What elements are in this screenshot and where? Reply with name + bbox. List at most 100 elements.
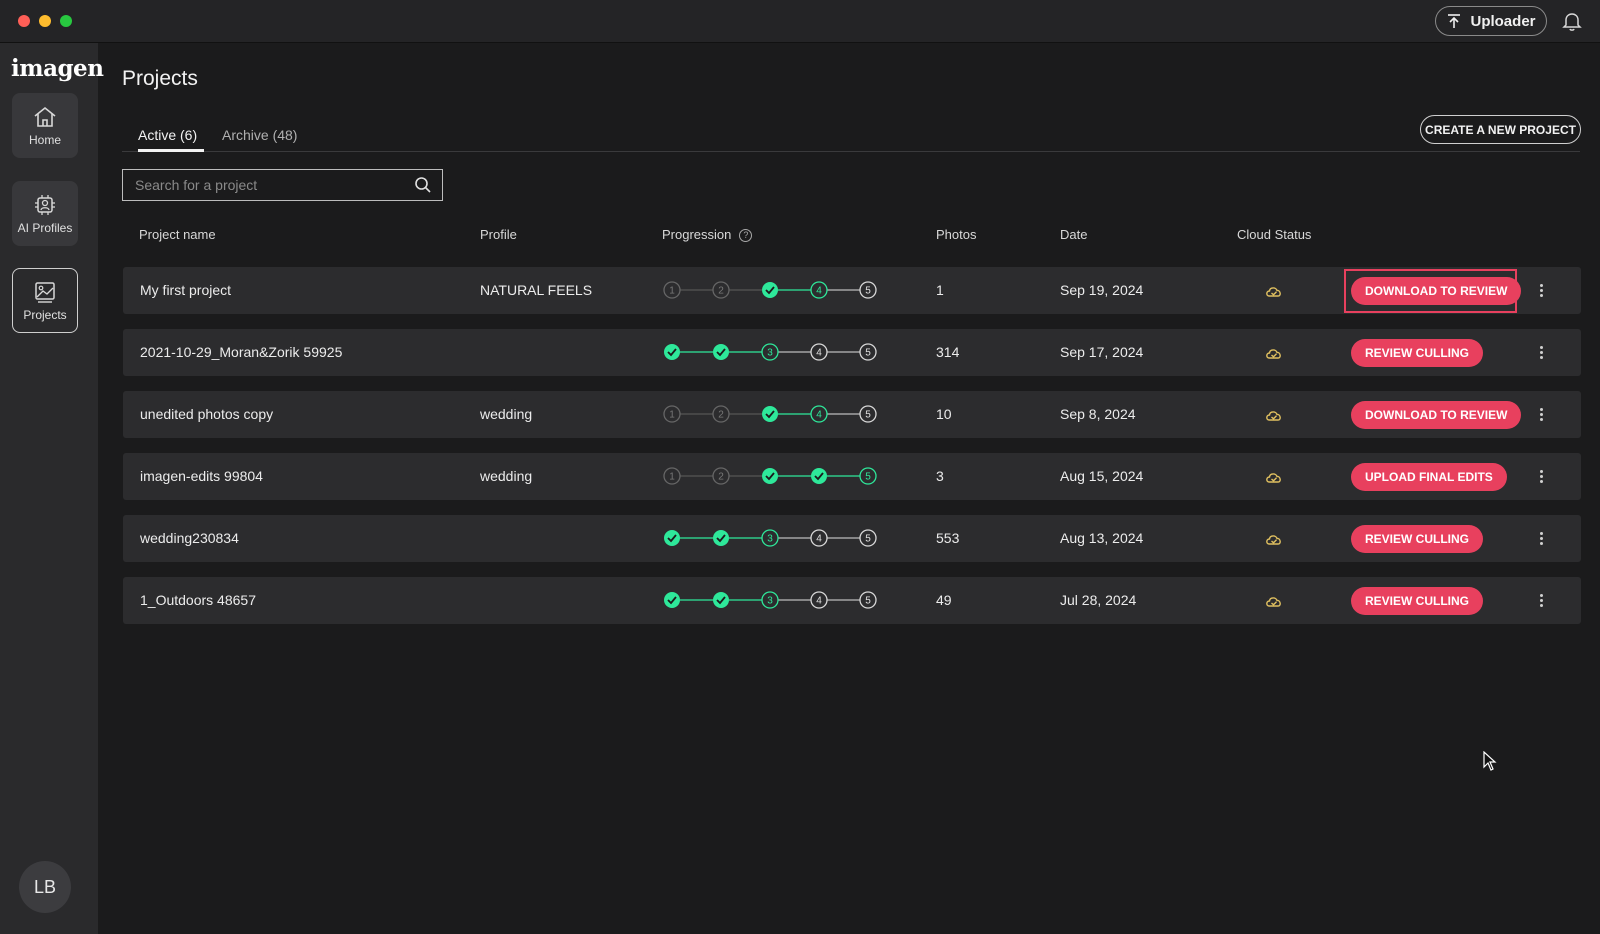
svg-text:5: 5: [865, 596, 871, 607]
mouse-cursor-icon: [1483, 751, 1497, 771]
table-row[interactable]: 1_Outdoors 48657 3 4 5 49 Jul 28, 2024 REVIEW …: [123, 577, 1581, 624]
project-date: Aug 15, 2024: [1060, 468, 1144, 484]
project-name[interactable]: My first project: [140, 282, 231, 298]
user-avatar[interactable]: LB: [19, 861, 71, 913]
table-row[interactable]: unedited photos copy wedding 1 2 4 5 10 Sep 8, …: [123, 391, 1581, 438]
photo-count: 1: [936, 282, 944, 298]
progression-step-1: 1: [663, 405, 681, 423]
table-row[interactable]: My first project NATURAL FEELS 1 2 4 5 1 Sep 19…: [123, 267, 1581, 314]
progression-step-2: [713, 592, 729, 608]
sidebar: imagen Home AI Profiles Projects LB: [0, 43, 104, 934]
search-icon[interactable]: [414, 176, 432, 194]
progression-step-5: 5: [859, 467, 877, 485]
photo-count: 553: [936, 530, 960, 546]
create-new-project-button[interactable]: CREATE A NEW PROJECT: [1420, 115, 1581, 144]
more-options-icon[interactable]: [1535, 527, 1547, 549]
imagen-logo: imagen: [11, 55, 104, 82]
project-date: Jul 28, 2024: [1060, 592, 1137, 608]
progression-label: Progression: [662, 227, 732, 242]
svg-text:5: 5: [865, 534, 871, 545]
project-name[interactable]: unedited photos copy: [140, 406, 273, 422]
more-options-icon[interactable]: [1535, 589, 1547, 611]
progression-tracker: 3 4 5: [664, 591, 877, 609]
row-action-button[interactable]: REVIEW CULLING: [1351, 339, 1483, 367]
upload-icon: [1448, 14, 1461, 28]
row-action-button[interactable]: DOWNLOAD TO REVIEW: [1351, 277, 1522, 305]
more-options-icon[interactable]: [1535, 465, 1547, 487]
svg-text:2: 2: [718, 410, 724, 421]
sidebar-item-projects[interactable]: Projects: [12, 268, 78, 333]
row-action-button[interactable]: UPLOAD FINAL EDITS: [1351, 463, 1507, 491]
svg-text:4: 4: [816, 596, 822, 607]
row-action-button[interactable]: REVIEW CULLING: [1351, 525, 1483, 553]
uploader-button[interactable]: Uploader: [1435, 6, 1547, 36]
cloud-check-icon: [1266, 411, 1281, 421]
svg-text:4: 4: [816, 348, 822, 359]
photo-count: 49: [936, 592, 952, 608]
notification-bell-icon[interactable]: [1561, 10, 1583, 32]
progression-step-5: 5: [859, 405, 877, 423]
search-input[interactable]: [123, 170, 403, 200]
project-profile: NATURAL FEELS: [480, 282, 593, 298]
progression-tracker: 1 2 4 5: [663, 281, 877, 299]
sidebar-item-label: Home: [28, 132, 61, 147]
svg-text:1: 1: [669, 472, 675, 483]
svg-text:5: 5: [865, 286, 871, 297]
more-options-icon[interactable]: [1535, 341, 1547, 363]
progression-step-4: 4: [810, 343, 828, 361]
progression-step-5: 5: [859, 591, 877, 609]
progression-step-1: [664, 592, 680, 608]
sidebar-item-ai-profiles[interactable]: AI Profiles: [12, 181, 78, 246]
column-header-profile[interactable]: Profile: [480, 227, 517, 242]
column-header-photos[interactable]: Photos: [936, 227, 976, 242]
row-action-button[interactable]: DOWNLOAD TO REVIEW: [1351, 401, 1522, 429]
table-row[interactable]: wedding230834 3 4 5 553 Aug 13, 2024 REVIEW CU…: [123, 515, 1581, 562]
project-search: [122, 169, 443, 201]
tab-active[interactable]: Active (6): [138, 127, 197, 143]
maximize-window-button[interactable]: [60, 15, 72, 27]
help-icon[interactable]: ?: [739, 229, 753, 243]
project-date: Sep 8, 2024: [1060, 406, 1136, 422]
svg-text:3: 3: [767, 348, 773, 359]
svg-text:3: 3: [767, 534, 773, 545]
progression-tracker: 3 4 5: [664, 343, 877, 361]
column-header-date[interactable]: Date: [1060, 227, 1087, 242]
column-header-cloud-status[interactable]: Cloud Status: [1237, 227, 1311, 242]
svg-text:5: 5: [865, 410, 871, 421]
project-name[interactable]: imagen-edits 99804: [140, 468, 263, 484]
uploader-label: Uploader: [1470, 12, 1536, 30]
progression-tracker: 1 2 5: [663, 467, 877, 485]
project-name[interactable]: 1_Outdoors 48657: [140, 592, 256, 608]
more-options-icon[interactable]: [1535, 403, 1547, 425]
home-icon: [34, 106, 56, 127]
project-name[interactable]: 2021-10-29_Moran&Zorik 59925: [140, 344, 342, 360]
cloud-check-icon: [1266, 535, 1281, 545]
progression-step-4: 4: [810, 529, 828, 547]
more-options-icon[interactable]: [1535, 279, 1547, 301]
minimize-window-button[interactable]: [39, 15, 51, 27]
cloud-check-icon: [1266, 597, 1281, 607]
ai-profiles-icon: [35, 194, 55, 215]
progression-step-4: 4: [810, 591, 828, 609]
row-action-button[interactable]: REVIEW CULLING: [1351, 587, 1483, 615]
sidebar-item-label: Projects: [23, 307, 67, 322]
active-tab-indicator: [138, 149, 204, 152]
table-row[interactable]: imagen-edits 99804 wedding 1 2 5 3 Aug 15, 202…: [123, 453, 1581, 500]
progression-step-1: 1: [663, 281, 681, 299]
close-window-button[interactable]: [18, 15, 30, 27]
project-name[interactable]: wedding230834: [140, 530, 239, 546]
tab-archive[interactable]: Archive (48): [222, 127, 297, 143]
svg-text:4: 4: [816, 286, 822, 297]
progression-tracker: 3 4 5: [664, 529, 877, 547]
progression-tracker: 1 2 4 5: [663, 405, 877, 423]
svg-text:5: 5: [865, 348, 871, 359]
project-date: Aug 13, 2024: [1060, 530, 1144, 546]
progression-step-2: 2: [712, 405, 730, 423]
sidebar-item-home[interactable]: Home: [12, 93, 78, 158]
project-profile: wedding: [480, 406, 533, 422]
column-header-project-name[interactable]: Project name: [139, 227, 216, 242]
table-row[interactable]: 2021-10-29_Moran&Zorik 59925 3 4 5 314 Sep 17…: [123, 329, 1581, 376]
project-date: Sep 19, 2024: [1060, 282, 1144, 298]
progression-step-5: 5: [859, 281, 877, 299]
progression-step-2: 2: [712, 467, 730, 485]
